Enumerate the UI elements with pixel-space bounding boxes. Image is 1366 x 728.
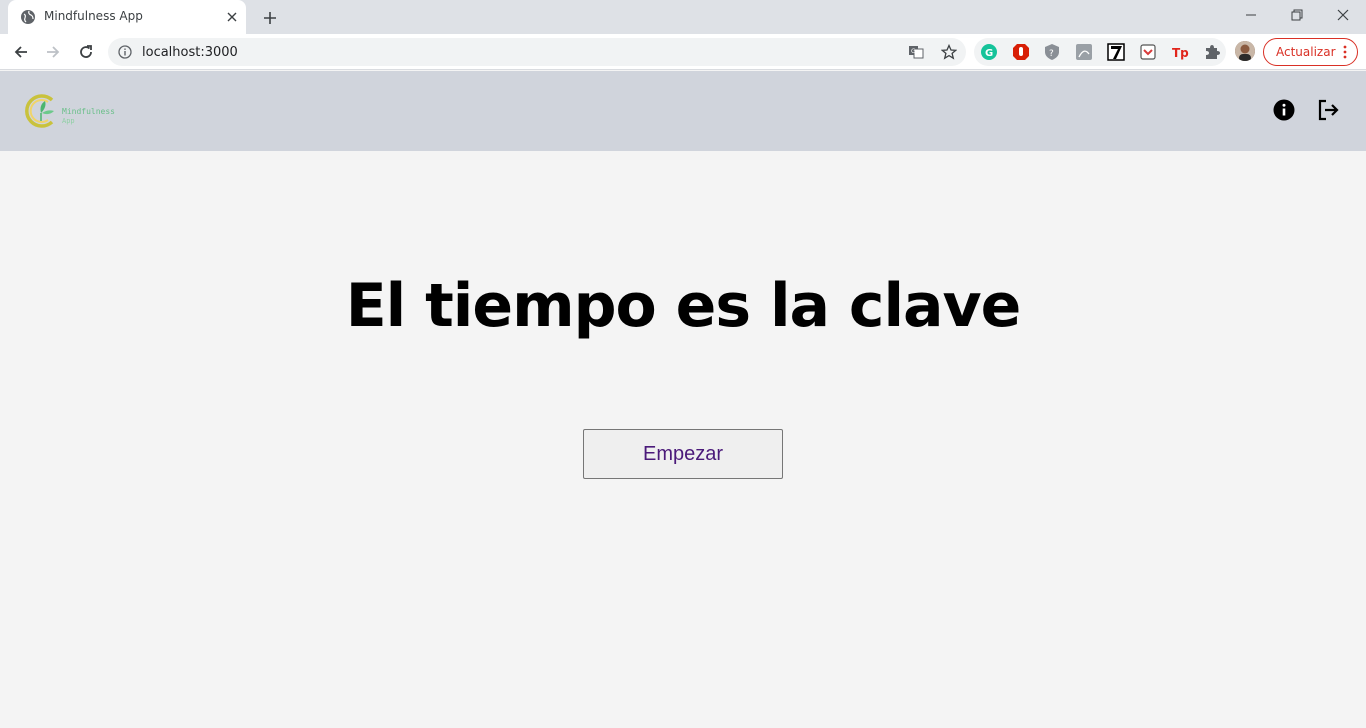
app-header: Mindfulness App (0, 71, 1366, 151)
svg-text:Tp: Tp (1172, 46, 1189, 60)
logo-text-primary: Mindfulness (62, 107, 115, 116)
notion-icon[interactable] (1107, 43, 1125, 61)
pocket-icon[interactable] (1139, 43, 1157, 61)
start-button[interactable]: Empezar (583, 429, 783, 479)
tp-icon[interactable]: Tp (1171, 43, 1189, 61)
headline: El tiempo es la clave (345, 271, 1022, 341)
update-button[interactable]: Actualizar (1263, 38, 1358, 66)
back-icon[interactable] (8, 39, 34, 65)
star-icon[interactable] (940, 43, 958, 61)
site-info-icon[interactable] (118, 45, 132, 59)
logo-text-secondary: App (62, 117, 75, 125)
forward-icon[interactable] (40, 39, 66, 65)
info-icon[interactable] (1271, 97, 1297, 123)
tab-title: Mindfulness App (44, 9, 143, 23)
reload-icon[interactable] (73, 39, 99, 65)
address-bar[interactable]: localhost:3000 G (108, 38, 966, 66)
adblock-icon[interactable] (1012, 43, 1030, 61)
browser-tab[interactable]: Mindfulness App (8, 0, 246, 34)
browser-toolbar: localhost:3000 G G ? Tp Actualizar (0, 34, 1366, 70)
puzzle-icon[interactable] (1203, 43, 1221, 61)
main-content: El tiempo es la clave Empezar (0, 151, 1366, 728)
translate-icon[interactable]: G (907, 43, 925, 61)
close-tab-icon[interactable] (224, 9, 240, 25)
new-tab-icon[interactable] (258, 6, 282, 30)
svg-text:G: G (911, 48, 916, 55)
app-logo[interactable]: Mindfulness App (22, 91, 118, 131)
globe-icon (20, 9, 36, 25)
update-label: Actualizar (1276, 45, 1336, 59)
browser-tabstrip: Mindfulness App (0, 0, 1366, 34)
grammarly-icon[interactable]: G (980, 43, 998, 61)
svg-text:?: ? (1049, 49, 1054, 59)
minimize-icon[interactable] (1228, 0, 1274, 30)
pdf-icon[interactable] (1075, 43, 1093, 61)
extensions-bar: G ? Tp (974, 38, 1226, 66)
privacy-icon[interactable]: ? (1043, 43, 1061, 61)
url-text: localhost:3000 (142, 45, 238, 60)
logout-icon[interactable] (1315, 97, 1341, 123)
svg-text:G: G (985, 48, 993, 59)
profile-avatar[interactable] (1235, 41, 1255, 61)
kebab-menu-icon[interactable] (1342, 45, 1348, 59)
close-window-icon[interactable] (1320, 0, 1366, 30)
leaf-logo-icon (25, 94, 54, 128)
restore-icon[interactable] (1274, 0, 1320, 30)
